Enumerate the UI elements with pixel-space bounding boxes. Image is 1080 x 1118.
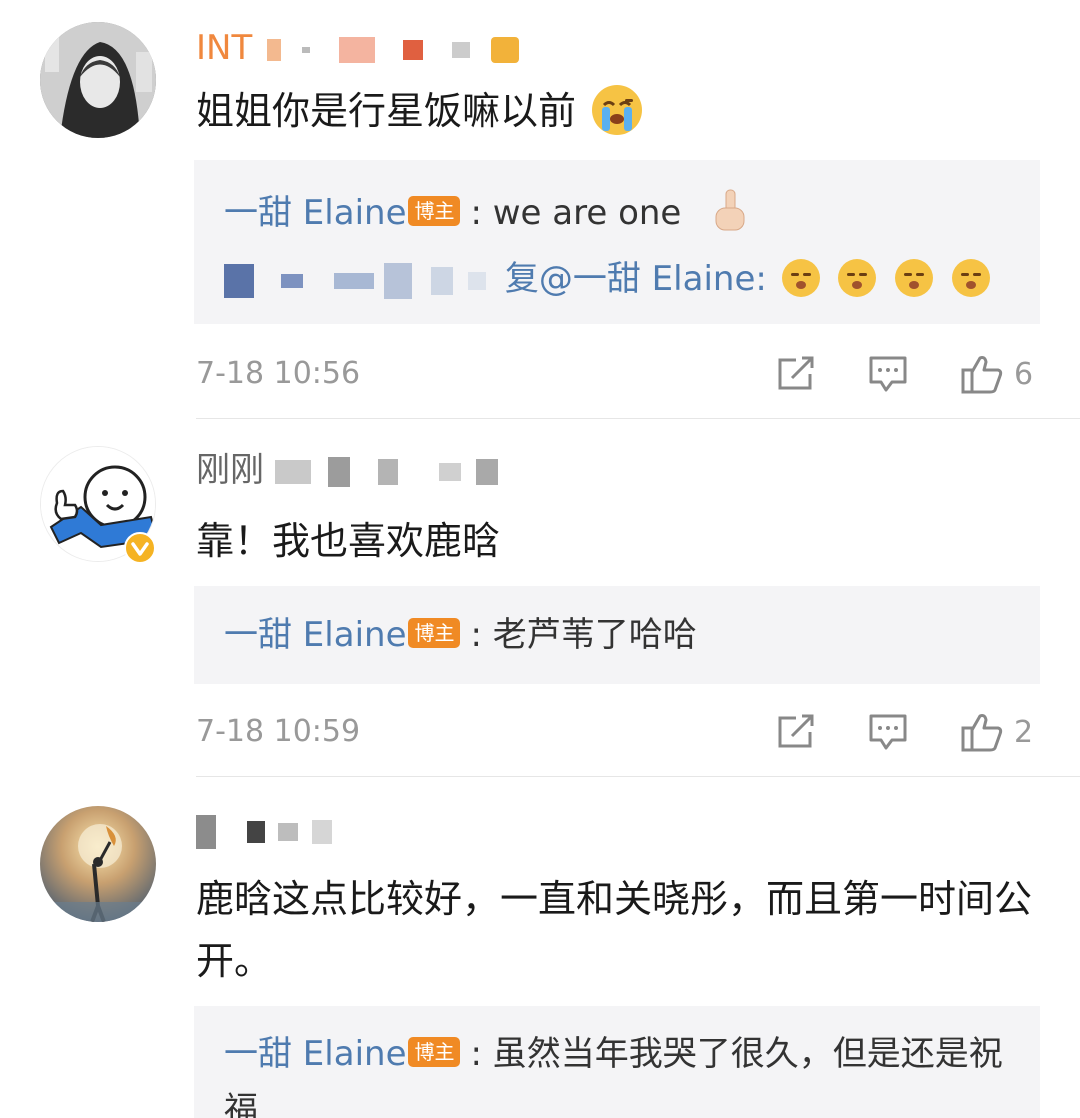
like-count: 2	[1014, 714, 1034, 750]
blushing-emoji-icon	[952, 258, 991, 297]
pointing-up-emoji-icon	[715, 189, 745, 230]
comment-text-content: 鹿晗这点比较好，一直和关晓彤，而且第一时间公开。	[196, 877, 1033, 983]
reply-text: : 老芦苇了哈哈	[470, 615, 697, 655]
redacted-block	[280, 273, 303, 288]
author-badge: 博主	[408, 1036, 461, 1067]
avatar[interactable]	[40, 22, 156, 138]
comment-time: 7-18 10:56	[196, 356, 361, 391]
reply-author[interactable]: 一甜 Elaine	[224, 1034, 406, 1074]
redacted-block	[384, 262, 413, 299]
redacted-block	[196, 814, 216, 849]
reply-mention[interactable]: @一甜 Elaine:	[539, 259, 767, 299]
comment-text: 鹿晗这点比较好，一直和关晓彤，而且第一时间公开。	[196, 868, 1040, 992]
redacted-block	[333, 272, 374, 289]
redacted-block	[338, 36, 375, 63]
redacted-block	[403, 39, 424, 60]
level-badge-icon	[491, 36, 520, 63]
reply-line: 一甜 Elaine 博主 : we are one	[224, 180, 1010, 246]
redacted-block	[431, 266, 454, 295]
redacted-block	[312, 819, 333, 844]
verified-badge-icon	[124, 532, 156, 564]
comment-meta: 7-18 10:59 2	[196, 712, 1040, 752]
crying-emoji-icon	[592, 84, 643, 135]
comment-text: 姐姐你是行星饭嘛以前	[196, 80, 1040, 142]
redacted-block	[327, 456, 350, 487]
like-button[interactable]: 6	[960, 354, 1033, 394]
reply-author[interactable]: 一甜 Elaine	[224, 615, 406, 655]
redacted-block	[274, 459, 311, 484]
redacted-block	[452, 41, 471, 58]
reply-box[interactable]: 一甜 Elaine 博主 : 老芦苇了哈哈	[194, 586, 1040, 684]
comment-text-content: 姐姐你是行星饭嘛以前	[196, 89, 577, 133]
reply-box[interactable]: 一甜 Elaine 博主: 虽然当年我哭了很久，但是还是祝福	[194, 1006, 1040, 1118]
share-icon	[778, 356, 814, 390]
comment-meta: 7-18 10:56 6	[196, 354, 1040, 394]
redacted-block	[476, 458, 499, 485]
comment-time: 7-18 10:59	[196, 714, 361, 749]
reply-line: 复@一甜 Elaine:	[224, 246, 1010, 312]
share-button[interactable]	[776, 712, 816, 752]
avatar-scenery-icon	[40, 806, 156, 922]
comment-text: 靠！我也喜欢鹿晗	[196, 510, 1040, 572]
username-text: 刚刚	[196, 450, 264, 490]
avatar-portrait-icon	[40, 22, 156, 138]
redacted-block	[224, 263, 254, 298]
redacted-block	[378, 458, 399, 485]
reply-box[interactable]: 一甜 Elaine 博主 : we are one 复@一甜 Elaine:	[194, 160, 1040, 324]
author-badge: 博主	[408, 195, 461, 226]
comment-username[interactable]: 刚刚	[196, 450, 499, 490]
redacted-block	[439, 462, 462, 481]
comment-button[interactable]	[868, 354, 908, 394]
comment-button[interactable]	[868, 712, 908, 752]
reply-line: 一甜 Elaine 博主 : 老芦苇了哈哈	[224, 606, 1010, 664]
divider	[196, 418, 1080, 419]
like-count: 6	[1014, 356, 1034, 392]
username-text: INT	[196, 28, 253, 68]
comment-icon	[869, 356, 907, 392]
comment-icon	[869, 714, 907, 750]
thumbs-up-icon	[961, 356, 1003, 394]
share-icon	[778, 714, 814, 748]
blushing-emoji-icon	[838, 258, 877, 297]
redacted-block	[267, 38, 282, 61]
reply-text: : we are one	[470, 193, 682, 233]
redacted-block	[468, 271, 487, 290]
reply-line: 一甜 Elaine 博主: 虽然当年我哭了很久，但是还是祝福	[224, 1026, 1010, 1118]
reply-author[interactable]: 一甜 Elaine	[224, 193, 406, 233]
author-badge: 博主	[408, 617, 461, 648]
comment-username[interactable]: INT	[196, 28, 520, 68]
like-button[interactable]: 2	[960, 712, 1033, 752]
redacted-block	[246, 820, 265, 843]
redacted-block	[301, 46, 310, 53]
avatar[interactable]	[40, 806, 156, 922]
share-button[interactable]	[776, 354, 816, 394]
thumbs-up-icon	[961, 714, 1003, 752]
divider	[196, 776, 1080, 777]
blushing-emoji-icon	[895, 258, 934, 297]
redacted-block	[277, 822, 298, 841]
comment-username[interactable]	[196, 810, 333, 850]
comment-text-content: 靠！我也喜欢鹿晗	[196, 519, 501, 563]
reply-prefix: 复	[504, 259, 539, 299]
comment-feed: INT 姐姐你是行星饭嘛以前 一甜 Elaine 博主: we are one…	[0, 0, 1080, 1118]
blushing-emoji-icon	[781, 258, 820, 297]
